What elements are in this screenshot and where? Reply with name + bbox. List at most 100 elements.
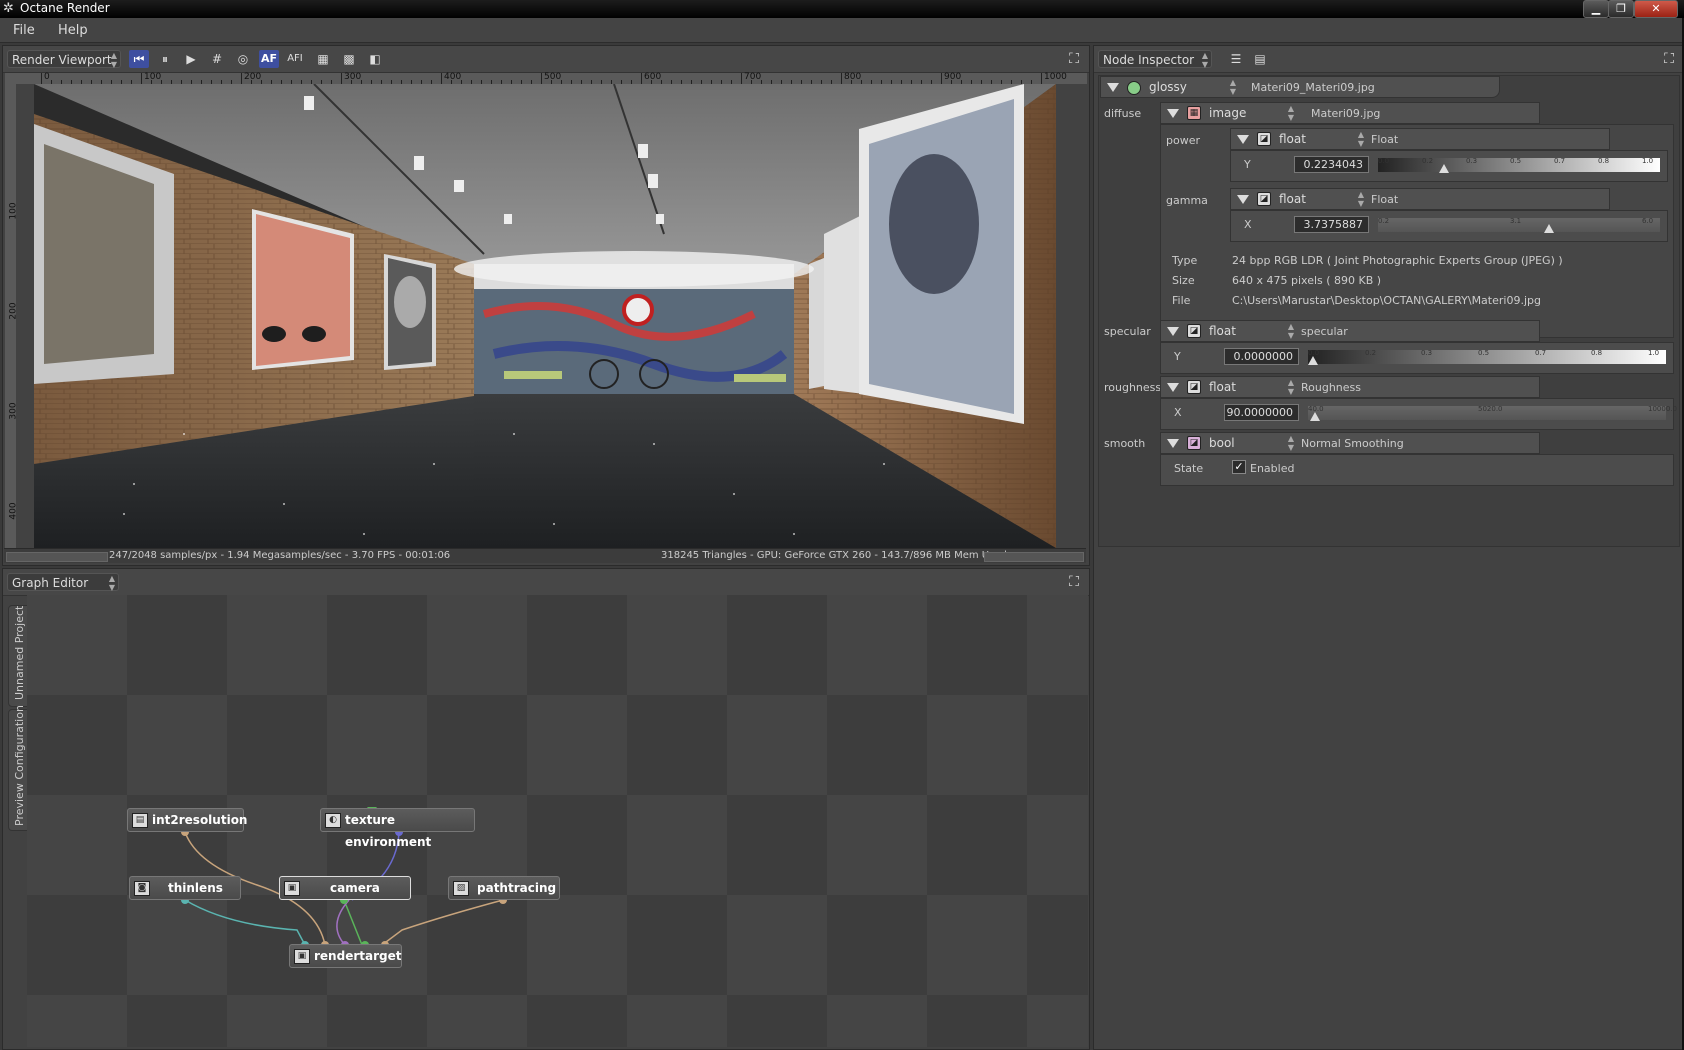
slider-thumb[interactable] bbox=[1310, 412, 1320, 421]
roughness-axis-label: X bbox=[1174, 406, 1182, 419]
menu-file[interactable]: File bbox=[13, 23, 35, 38]
close-button[interactable]: ✕ bbox=[1634, 0, 1678, 18]
slider-tick-label: 1.0 bbox=[1642, 157, 1654, 165]
node-pathtracing-label: pathtracing bbox=[477, 881, 557, 895]
horizontal-ruler: 0 100 200 300 400 500 600 700 800 900 1000 bbox=[5, 72, 1087, 84]
collapse-triangle-icon[interactable] bbox=[1237, 195, 1249, 204]
power-slider[interactable]: 0.0 0.2 0.3 0.5 0.7 0.8 1.0 bbox=[1378, 157, 1660, 173]
specular-type-dropdown[interactable]: float ▲ ▼ bbox=[1205, 322, 1297, 340]
diffuse-type-dropdown[interactable]: image ▲ ▼ bbox=[1205, 104, 1297, 122]
scrollbar-right[interactable] bbox=[984, 552, 1084, 562]
render-image[interactable] bbox=[34, 84, 1056, 548]
ruler-tick bbox=[141, 73, 142, 84]
power-value-input[interactable]: 0.2234043 bbox=[1294, 156, 1369, 173]
graph-editor-dropdown[interactable]: Graph Editor ▲ ▼ bbox=[7, 573, 119, 592]
roughness-label: roughness bbox=[1104, 381, 1162, 394]
power-name: Float bbox=[1371, 133, 1399, 146]
restart-render-button[interactable]: ⏮ bbox=[129, 50, 149, 68]
collapse-triangle-icon[interactable] bbox=[1107, 83, 1119, 92]
slider-tick-label: 0.3 bbox=[1466, 157, 1478, 165]
diffuse-row[interactable]: ▦ image ▲ ▼ Materi09.jpg bbox=[1160, 102, 1540, 124]
graph-editor-dropdown-label: Graph Editor bbox=[12, 576, 89, 590]
slider-tick-label: 0.8 bbox=[1591, 349, 1603, 357]
slider-tick-label: 0.3 bbox=[1421, 349, 1433, 357]
tab-unnamed-project[interactable]: Unnamed Project bbox=[8, 605, 29, 707]
node-thinlens[interactable]: ◙ thinlens bbox=[129, 876, 241, 900]
scrollbar-left[interactable] bbox=[6, 552, 108, 562]
viewport-dropdown[interactable]: Render Viewport ▲ ▼ bbox=[7, 50, 121, 69]
diffuse-label: diffuse bbox=[1104, 107, 1142, 120]
grid-button[interactable]: # bbox=[207, 50, 227, 68]
inspector-dropdown[interactable]: Node Inspector ▲ ▼ bbox=[1098, 50, 1212, 69]
gamma-type-dropdown[interactable]: float ▲ ▼ bbox=[1275, 190, 1367, 208]
autofocus-button[interactable]: AF bbox=[259, 50, 279, 68]
gamma-row[interactable]: ◪ float ▲ ▼ Float bbox=[1230, 188, 1610, 210]
focus-picker-button[interactable]: ◎ bbox=[233, 50, 253, 68]
node-rendertarget-label: rendertarget bbox=[314, 949, 402, 963]
node-inspector-panel: Node Inspector ▲ ▼ ☰ ▤ ⛶ glossy ▲ ▼ Materi… bbox=[1093, 45, 1684, 1050]
tab-preview-configuration[interactable]: Preview Configuration bbox=[8, 705, 29, 831]
specular-value-input[interactable]: 0.0000000 bbox=[1224, 348, 1299, 365]
gamma-value-input[interactable]: 3.7375887 bbox=[1294, 216, 1369, 233]
power-type-dropdown[interactable]: float ▲ ▼ bbox=[1275, 130, 1367, 148]
viewport-status-bar: 247/2048 samples/px - 1.94 Megasamples/s… bbox=[4, 548, 1086, 563]
root-type-dropdown[interactable]: glossy ▲ ▼ bbox=[1145, 78, 1239, 96]
checker-background-button[interactable]: ▩ bbox=[339, 50, 359, 68]
ruler-label: 700 bbox=[744, 72, 762, 82]
roughness-row[interactable]: ◪ float ▲ ▼ Roughness bbox=[1160, 376, 1540, 398]
updown-arrow-icon: ▲ ▼ bbox=[1357, 190, 1364, 208]
maximize-graph-icon[interactable]: ⛶ bbox=[1065, 573, 1083, 591]
minimize-button[interactable]: ▁ bbox=[1583, 0, 1609, 18]
split-view-button[interactable]: ◧ bbox=[365, 50, 385, 68]
ruler-label: 400 bbox=[8, 502, 19, 520]
maximize-button[interactable]: ❐ bbox=[1608, 0, 1634, 18]
collapse-triangle-icon[interactable] bbox=[1237, 135, 1249, 144]
slider-thumb[interactable] bbox=[1308, 356, 1318, 365]
specular-slider[interactable]: 0.0 0.2 0.3 0.5 0.7 0.8 1.0 bbox=[1308, 349, 1666, 365]
ruler-label: 100 bbox=[8, 202, 19, 220]
roughness-slider[interactable]: 40.0 5020.0 10000.0 bbox=[1308, 405, 1677, 421]
roughness-value-input[interactable]: 90.0000000 bbox=[1224, 404, 1299, 421]
pause-render-button[interactable]: ⏸ bbox=[155, 50, 175, 68]
material-sphere-icon bbox=[1127, 81, 1141, 95]
slider-thumb[interactable] bbox=[1544, 224, 1554, 233]
specular-type-label: float bbox=[1209, 324, 1236, 338]
smooth-type-dropdown[interactable]: bool ▲ ▼ bbox=[1205, 434, 1297, 452]
collapse-triangle-icon[interactable] bbox=[1167, 383, 1179, 392]
node-rendertarget[interactable]: ▣ rendertarget bbox=[289, 944, 402, 968]
kernel-node-icon: ▨ bbox=[453, 881, 469, 896]
region-render-button[interactable]: ▦ bbox=[313, 50, 333, 68]
menu-help[interactable]: Help bbox=[58, 23, 88, 38]
node-int2resolution[interactable]: ▤ int2resolution bbox=[127, 808, 247, 832]
maximize-viewport-icon[interactable]: ⛶ bbox=[1065, 50, 1083, 68]
node-texture-environment[interactable]: ◐ texture environment bbox=[320, 808, 475, 849]
node-pathtracing[interactable]: ▨ pathtracing bbox=[448, 876, 560, 900]
gamma-slider[interactable]: 0.2 3.1 6.0 bbox=[1378, 217, 1660, 233]
start-render-button[interactable]: ▶ bbox=[181, 50, 201, 68]
autofocus-infinity-button[interactable]: AFI bbox=[285, 50, 305, 68]
collapse-all-icon[interactable]: ☰ bbox=[1226, 50, 1246, 68]
node-camera[interactable]: ▣ camera bbox=[279, 876, 411, 900]
updown-arrow-icon: ▲ ▼ bbox=[108, 574, 115, 592]
specular-row[interactable]: ◪ float ▲ ▼ specular bbox=[1160, 320, 1540, 342]
image-texture-icon: ▦ bbox=[1187, 106, 1201, 120]
ruler-label: 1000 bbox=[1044, 72, 1067, 82]
root-node-row[interactable]: glossy ▲ ▼ Materi09_Materi09.jpg bbox=[1100, 76, 1500, 98]
inspector-toolbar: Node Inspector ▲ ▼ ☰ ▤ ⛶ bbox=[1094, 46, 1683, 73]
ruler-tick bbox=[41, 73, 42, 84]
collapse-triangle-icon[interactable] bbox=[1167, 327, 1179, 336]
roughness-type-dropdown[interactable]: float ▲ ▼ bbox=[1205, 378, 1297, 396]
slider-thumb[interactable] bbox=[1439, 164, 1449, 173]
smooth-label: smooth bbox=[1104, 437, 1146, 450]
ruler-tick bbox=[241, 73, 242, 84]
ruler-label: 500 bbox=[544, 72, 562, 82]
collapse-triangle-icon[interactable] bbox=[1167, 439, 1179, 448]
maximize-inspector-icon[interactable]: ⛶ bbox=[1660, 50, 1678, 68]
node-graph-canvas[interactable]: ▤ int2resolution ◐ texture environment ◙… bbox=[27, 595, 1088, 1047]
expand-all-icon[interactable]: ▤ bbox=[1250, 50, 1270, 68]
collapse-triangle-icon[interactable] bbox=[1167, 109, 1179, 118]
smooth-row[interactable]: ◪ bool ▲ ▼ Normal Smoothing bbox=[1160, 432, 1540, 454]
power-axis-label: Y bbox=[1244, 158, 1251, 171]
power-row[interactable]: ◪ float ▲ ▼ Float bbox=[1230, 128, 1610, 150]
smooth-enabled-checkbox[interactable]: ✓ bbox=[1232, 460, 1246, 474]
